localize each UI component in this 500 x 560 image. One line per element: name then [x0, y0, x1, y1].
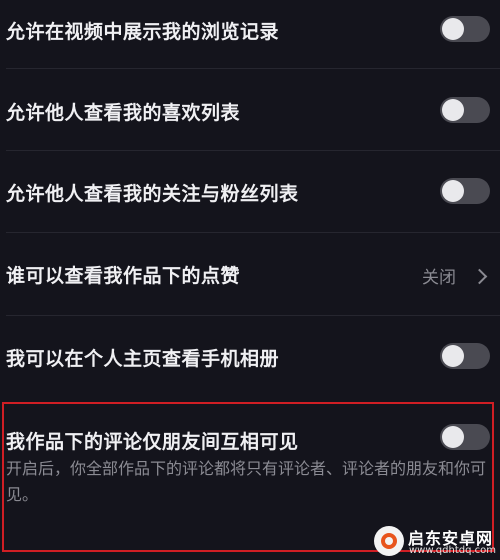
watermark-logo-icon	[374, 526, 404, 556]
setting-label-phone-album: 我可以在个人主页查看手机相册	[6, 348, 280, 370]
watermark: 启东安卓网 www.qdhtdq.com	[374, 524, 498, 558]
toggle-follow-fans-list[interactable]	[440, 178, 490, 204]
toggle-likes-list[interactable]	[440, 97, 490, 123]
toggle-knob	[442, 345, 464, 367]
toggle-knob	[442, 18, 464, 40]
logo-center	[385, 537, 393, 545]
setting-row-browsing-history[interactable]: 允许在视频中展示我的浏览记录	[0, 0, 500, 68]
chevron-right-icon	[471, 268, 488, 285]
setting-label-browsing-history: 允许在视频中展示我的浏览记录	[6, 21, 280, 43]
toggle-browsing-history[interactable]	[440, 16, 490, 42]
setting-row-who-can-see-likes[interactable]: 谁可以查看我作品下的点赞 关闭	[0, 233, 500, 315]
setting-label-follow-fans-list: 允许他人查看我的关注与粉丝列表	[6, 183, 299, 205]
toggle-phone-album[interactable]	[440, 343, 490, 369]
setting-row-phone-album[interactable]: 我可以在个人主页查看手机相册	[0, 316, 500, 398]
toggle-knob	[442, 99, 464, 121]
setting-label-who-can-see-likes: 谁可以查看我作品下的点赞	[6, 265, 241, 287]
watermark-url: www.qdhtdq.com	[409, 545, 496, 556]
privacy-settings-list: 允许在视频中展示我的浏览记录 允许他人查看我的喜欢列表 允许他人查看我的关注与粉…	[0, 0, 500, 560]
setting-row-follow-fans-list[interactable]: 允许他人查看我的关注与粉丝列表	[0, 151, 500, 232]
toggle-knob	[442, 180, 464, 202]
setting-value-who-can-see-likes: 关闭	[422, 268, 456, 288]
setting-row-likes-list[interactable]: 允许他人查看我的喜欢列表	[0, 69, 500, 150]
setting-label-likes-list: 允许他人查看我的喜欢列表	[6, 102, 241, 124]
